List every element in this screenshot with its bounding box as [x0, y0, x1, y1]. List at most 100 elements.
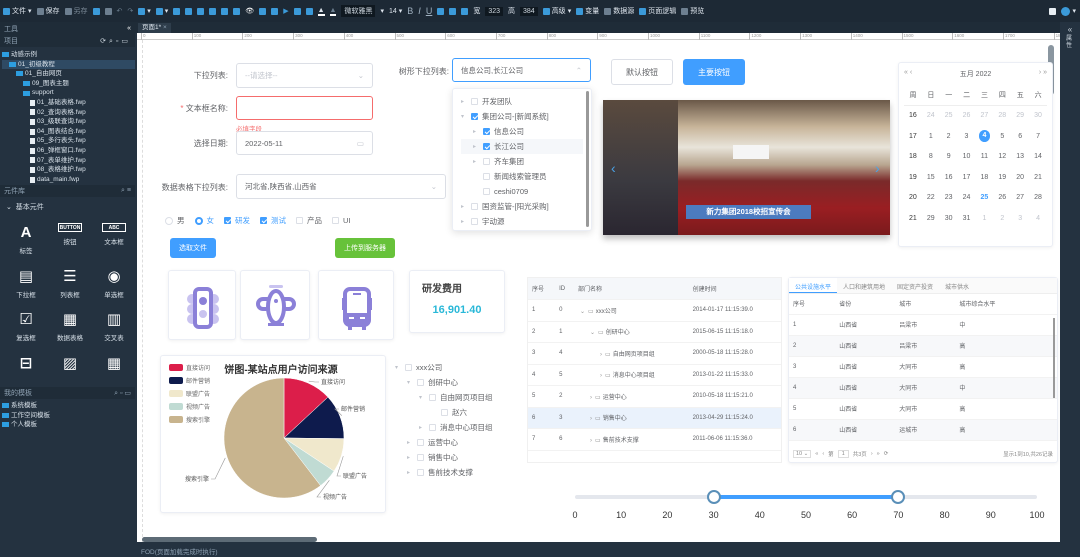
calendar-day[interactable]: 24	[922, 112, 940, 119]
calendar-day[interactable]: 24	[958, 194, 976, 201]
tree-checkbox[interactable]	[483, 173, 490, 180]
table-row[interactable]: 6 山西省 运城市高	[789, 419, 1057, 441]
close-tab-icon[interactable]: ×	[163, 24, 167, 31]
calendar-day[interactable]: 21	[1029, 174, 1047, 181]
caret-right-icon[interactable]: ›	[590, 416, 592, 422]
slider-handle-low[interactable]	[706, 490, 721, 504]
collapse-left-icon[interactable]: «	[127, 25, 131, 32]
caret-right-icon[interactable]: ▸	[473, 128, 479, 135]
component-下拉框[interactable]: ▤ 下拉框	[6, 267, 46, 305]
component-item[interactable]: ▨	[50, 354, 90, 382]
component-按钮[interactable]: BUTTON 按钮	[50, 223, 90, 261]
tree-checkbox[interactable]	[417, 379, 424, 386]
default-button[interactable]: 默认按钮	[611, 59, 673, 85]
calendar-day[interactable]: 2	[940, 133, 958, 140]
table-row[interactable]: 3 山西省 大同市高	[789, 356, 1057, 378]
component-文本框[interactable]: ABC 文本框	[94, 223, 134, 261]
calendar-day[interactable]: 30	[1029, 112, 1047, 119]
calendar-day[interactable]: 9	[940, 153, 958, 160]
upload-button[interactable]: 上传到服务器	[335, 238, 395, 258]
calendar-day[interactable]: 23	[940, 194, 958, 201]
org-tree-item[interactable]: 赵六	[395, 405, 525, 420]
calendar-day[interactable]: 5	[993, 133, 1011, 140]
caret-down-icon[interactable]: ▾	[407, 379, 413, 386]
carousel-next-icon[interactable]: ›	[875, 160, 880, 176]
project-tree-item[interactable]: 动感示例	[2, 50, 135, 60]
caret-down-icon[interactable]: ▾	[461, 113, 467, 120]
checkbox[interactable]	[260, 217, 267, 224]
copy-page-button[interactable]	[104, 7, 112, 15]
font-color-button[interactable]: ▲	[317, 7, 325, 16]
component-item[interactable]: ⊟	[6, 354, 46, 382]
tree-dropdown-item[interactable]: ▸ 开发团队	[461, 94, 583, 109]
distribute-button[interactable]: ▾	[155, 7, 168, 15]
first-page-icon[interactable]: «	[815, 451, 818, 457]
fill-button[interactable]	[305, 7, 313, 15]
radio-button[interactable]	[194, 216, 203, 225]
tree-dropdown-item[interactable]: 新闻线索管理员	[461, 169, 583, 184]
project-tree-item[interactable]: 01_自由网页	[2, 69, 135, 79]
org-tree-item[interactable]: ▾ xxx公司	[395, 360, 525, 375]
search-icon[interactable]: ⌕	[114, 390, 118, 397]
project-tree-item[interactable]: 01_基础表格.fwp	[2, 98, 135, 108]
play-button[interactable]: ▶	[283, 7, 288, 15]
last-page-icon[interactable]: »	[877, 451, 880, 457]
template-folder[interactable]: 个人模板	[2, 420, 133, 430]
tree-checkbox[interactable]	[483, 143, 490, 150]
calendar-next-icons[interactable]: › »	[1039, 69, 1047, 85]
layer-up-button[interactable]	[173, 7, 181, 15]
message-button[interactable]	[1049, 7, 1057, 15]
tree-checkbox[interactable]	[471, 203, 478, 210]
refresh-icon[interactable]: ⟳	[100, 38, 109, 45]
calendar-day[interactable]: 22	[922, 194, 940, 201]
table-scrollbar[interactable]	[1053, 318, 1055, 398]
caret-right-icon[interactable]: ▸	[473, 143, 479, 150]
align-right-button[interactable]	[461, 7, 469, 15]
tab-3[interactable]: 城市供水	[939, 278, 975, 293]
component-数据表格[interactable]: ▦ 数据表格	[50, 310, 90, 348]
component-单选框[interactable]: ◉ 单选框	[94, 267, 134, 305]
calendar-day[interactable]: 26	[958, 112, 976, 119]
table-row[interactable]: 5 2 › ▭ 运营中心 2010-05-18 11:15:21.0	[528, 385, 781, 408]
project-tree-item[interactable]: data_main.fwp	[2, 175, 135, 185]
tree-checkbox[interactable]	[429, 394, 436, 401]
org-tree-item[interactable]: ▾ 自由网页项目组	[395, 390, 525, 405]
calendar-day[interactable]: 15	[922, 174, 940, 181]
font-size-select[interactable]: 14 ▾	[389, 7, 402, 16]
component-交叉表[interactable]: ▥ 交叉表	[94, 310, 134, 348]
lock-button[interactable]	[221, 7, 229, 15]
calendar-day[interactable]: 3	[1011, 215, 1029, 222]
template-folder[interactable]: 系统模板	[2, 401, 133, 411]
align-center-button[interactable]	[449, 7, 457, 15]
text-field-input[interactable]	[236, 96, 373, 120]
new-page-button[interactable]	[92, 7, 100, 15]
properties-tab[interactable]: 属性	[1066, 36, 1074, 50]
org-tree-item[interactable]: ▸ 运营中心	[395, 435, 525, 450]
grid-dropdown-select[interactable]: 河北省,陕西省,山西省 ⌄	[236, 174, 446, 199]
caret-right-icon[interactable]: ›	[590, 395, 592, 401]
table-row[interactable]: 4 山西省 大同市中	[789, 377, 1057, 399]
save-button[interactable]: 保存	[36, 6, 60, 16]
file-menu[interactable]: 文件 ▾	[3, 6, 32, 16]
component-item[interactable]: ▦	[94, 354, 134, 382]
tree-dropdown-item[interactable]: ▸ 国资监管-[阳光采购]	[461, 199, 583, 214]
new-file-icon[interactable]: ▫	[120, 390, 122, 397]
project-tree-item[interactable]: 07_表单维护.fwp	[2, 156, 135, 166]
radio-button[interactable]	[165, 216, 173, 225]
slider-range[interactable]	[713, 495, 899, 499]
ungroup-button[interactable]	[209, 7, 217, 15]
tree-checkbox[interactable]	[417, 469, 424, 476]
bold-button[interactable]: B	[407, 6, 413, 16]
width-input[interactable]: 323	[485, 6, 503, 16]
caret-right-icon[interactable]: ▸	[473, 158, 479, 165]
brush-button[interactable]	[293, 7, 301, 15]
basic-components-group[interactable]: ⌄ 基本元件	[0, 197, 135, 217]
next-page-icon[interactable]: ›	[871, 451, 873, 457]
project-tree-item[interactable]: 01_初级教程	[2, 59, 135, 70]
calendar-day[interactable]: 3	[958, 133, 976, 140]
project-tree-item[interactable]: 09_图表主题	[2, 79, 135, 89]
table-row[interactable]: 3 4 › ▭ 自由网页项目组 2000-05-18 11:15:28.0	[528, 342, 781, 365]
caret-down-icon[interactable]: ▾	[395, 364, 401, 371]
table-row[interactable]: 6 3 › ▭ 销售中心 2013-04-29 11:15:24.0	[528, 407, 781, 429]
calendar-day[interactable]: 1	[922, 133, 940, 140]
